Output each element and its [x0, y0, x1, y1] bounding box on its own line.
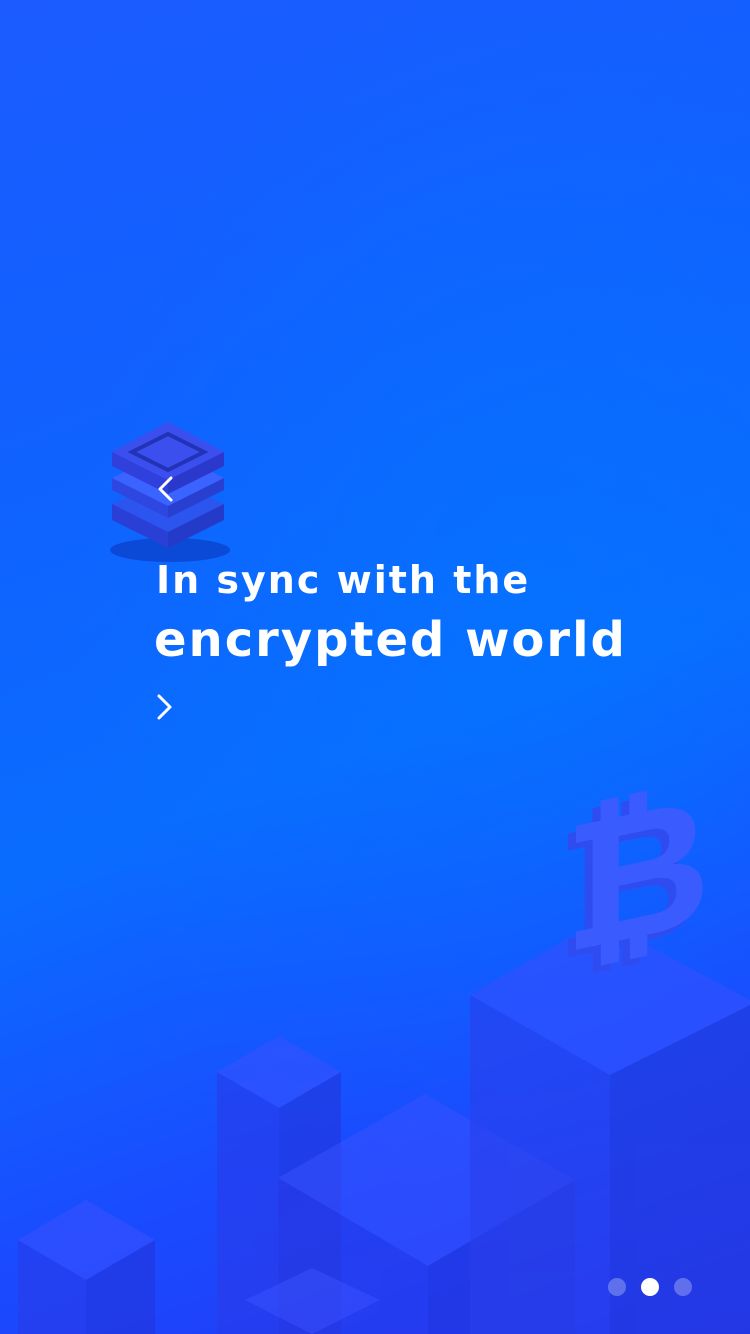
svg-text:₿: ₿: [564, 754, 711, 995]
bg-block-right: [470, 920, 750, 1334]
pagination-dot-1[interactable]: [608, 1278, 626, 1296]
chevron-right-icon: [157, 694, 172, 720]
pagination-dot-3[interactable]: [674, 1278, 692, 1296]
headline-line-1: In sync with the: [156, 558, 531, 602]
headline-line-2: encrypted world: [154, 612, 627, 668]
svg-text:₿: ₿: [556, 762, 703, 1003]
bg-block-left: [18, 1200, 155, 1334]
bg-block-mid: [278, 1094, 575, 1334]
pagination-dots: [608, 1278, 692, 1296]
bg-block-front: [245, 1268, 380, 1334]
pagination-dot-2[interactable]: [641, 1278, 659, 1296]
bg-pillar: [217, 1036, 341, 1334]
previous-button[interactable]: [150, 472, 180, 506]
next-button[interactable]: [150, 690, 180, 724]
onboarding-screen: ₿ ₿ In sync with the encrypted world: [0, 0, 750, 1334]
chevron-left-icon: [158, 476, 173, 502]
bitcoin-icon: ₿ ₿: [556, 754, 711, 1003]
